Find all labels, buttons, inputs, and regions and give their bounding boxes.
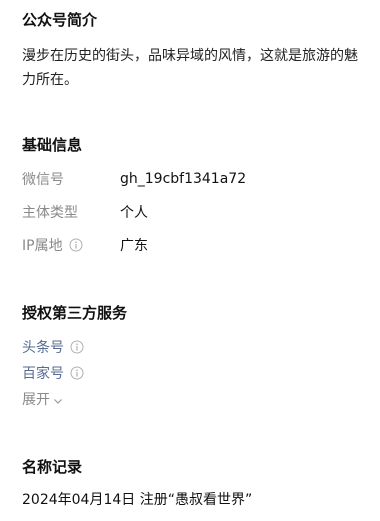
name-record-entry: 2024年04月14日 注册“愚叔看世界” (22, 488, 252, 510)
info-icon[interactable] (70, 366, 84, 380)
ip-location-value: 广东 (120, 238, 148, 254)
ip-location-label-wrap: IP属地 (22, 235, 120, 255)
wechat-id-value: gh_19cbf1341a72 (120, 171, 247, 187)
wechat-id-row: 微信号 gh_19cbf1341a72 (22, 168, 246, 190)
chevron-down-icon[interactable] (53, 394, 63, 404)
subject-type-row: 主体类型 个人 (22, 201, 148, 223)
toutiao-label[interactable]: 头条号 (22, 337, 64, 357)
baijiahao-service[interactable]: 百家号 (22, 362, 84, 384)
expand-wrap[interactable]: 展开 (22, 389, 63, 409)
expand-button[interactable]: 展开 (22, 388, 63, 410)
wechat-id-label: 微信号 (22, 172, 64, 188)
info-icon[interactable] (69, 238, 83, 252)
expand-label[interactable]: 展开 (22, 389, 50, 409)
toutiao-link-wrap[interactable]: 头条号 (22, 337, 84, 357)
auth-services-title: 授权第三方服务 (22, 304, 128, 322)
subject-type-label: 主体类型 (22, 205, 78, 221)
info-icon[interactable] (70, 340, 84, 354)
name-record-text: 2024年04月14日 注册“愚叔看世界” (22, 492, 253, 508)
subject-type-value: 个人 (120, 205, 148, 221)
intro-description: 漫步在历史的街头，品味异域的风情，这就是旅游的魅力所在。 (22, 48, 358, 88)
baijiahao-label[interactable]: 百家号 (22, 363, 64, 383)
ip-location-label: IP属地 (22, 238, 63, 254)
ip-location-row: IP属地 广东 (22, 234, 148, 256)
name-records-title: 名称记录 (22, 458, 83, 476)
baijiahao-link-wrap[interactable]: 百家号 (22, 363, 84, 383)
basic-info-title: 基础信息 (22, 136, 83, 154)
toutiao-service[interactable]: 头条号 (22, 336, 84, 358)
intro-title: 公众号简介 (22, 11, 98, 29)
